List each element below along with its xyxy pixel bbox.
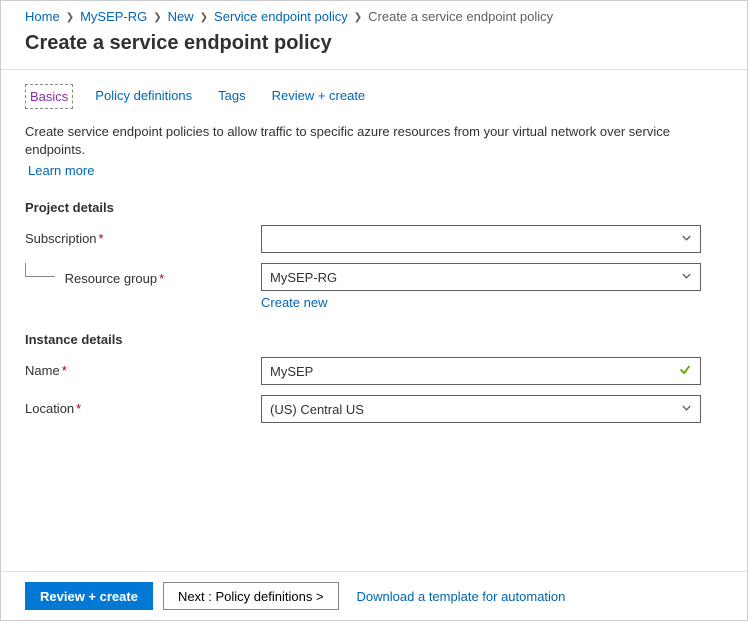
review-create-button[interactable]: Review + create: [25, 582, 153, 610]
breadcrumb-link[interactable]: Service endpoint policy: [214, 9, 348, 24]
section-project-details: Project details: [25, 200, 723, 215]
subscription-select[interactable]: [261, 225, 701, 253]
breadcrumb-current: Create a service endpoint policy: [368, 9, 553, 24]
chevron-down-icon: [681, 402, 692, 417]
name-label: Name*: [25, 357, 261, 378]
tab-basics[interactable]: Basics: [25, 84, 73, 109]
name-input[interactable]: MySEP: [261, 357, 701, 385]
create-new-link[interactable]: Create new: [261, 295, 327, 310]
chevron-down-icon: [681, 270, 692, 285]
breadcrumb: Home ❯ MySEP-RG ❯ New ❯ Service endpoint…: [1, 1, 747, 28]
chevron-right-icon: ❯: [66, 12, 74, 23]
next-button[interactable]: Next : Policy definitions >: [163, 582, 339, 610]
page-title: Create a service endpoint policy: [25, 32, 723, 55]
tab-policy-definitions[interactable]: Policy definitions: [91, 84, 196, 109]
tab-review-create[interactable]: Review + create: [268, 84, 370, 109]
chevron-right-icon: ❯: [153, 12, 161, 23]
breadcrumb-link[interactable]: MySEP-RG: [80, 9, 147, 24]
location-select[interactable]: (US) Central US: [261, 395, 701, 423]
subscription-label: Subscription*: [25, 225, 261, 246]
resource-group-select[interactable]: MySEP-RG: [261, 263, 701, 291]
tab-bar: Basics Policy definitions Tags Review + …: [25, 84, 723, 109]
footer-bar: Review + create Next : Policy definition…: [1, 571, 747, 620]
intro-text: Create service endpoint policies to allo…: [25, 123, 723, 159]
download-template-link[interactable]: Download a template for automation: [357, 589, 566, 604]
chevron-right-icon: ❯: [200, 12, 208, 23]
checkmark-icon: [678, 363, 692, 380]
learn-more-link[interactable]: Learn more: [28, 163, 94, 178]
breadcrumb-link[interactable]: Home: [25, 9, 60, 24]
breadcrumb-link[interactable]: New: [168, 9, 194, 24]
tree-branch-icon: [25, 263, 55, 277]
location-label: Location*: [25, 395, 261, 416]
resource-group-label: Resource group*: [25, 263, 261, 286]
chevron-down-icon: [681, 232, 692, 247]
tab-tags[interactable]: Tags: [214, 84, 249, 109]
chevron-right-icon: ❯: [354, 12, 362, 23]
section-instance-details: Instance details: [25, 332, 723, 347]
